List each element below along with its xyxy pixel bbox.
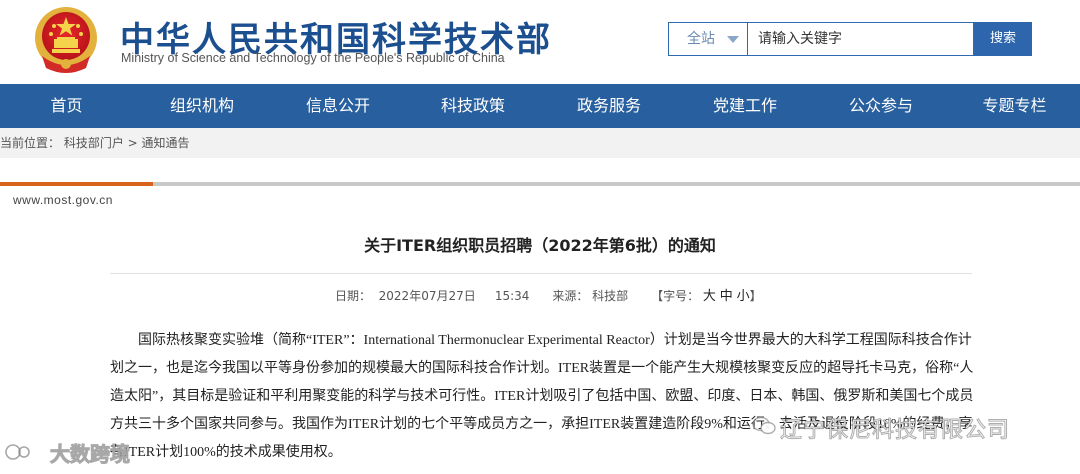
title-divider (110, 273, 972, 274)
article-time: 15:34 (494, 289, 530, 303)
article-body: 国际热核聚变实验堆（简称“ITER”：International Thermon… (110, 333, 974, 460)
nav-item-public[interactable]: 公众参与 (813, 84, 949, 128)
divider (0, 182, 1080, 186)
date-label: 日期： (335, 289, 372, 303)
nav-item-party[interactable]: 党建工作 (677, 84, 813, 128)
nav-item-policy[interactable]: 科技政策 (405, 84, 541, 128)
font-size-medium-button[interactable]: 中 (720, 289, 733, 304)
breadcrumb-path[interactable]: 科技部门户 > 通知通告 (64, 136, 190, 150)
logo-icon (5, 444, 30, 460)
nav-item-services[interactable]: 政务服务 (541, 84, 677, 128)
article-meta: 日期： 2022年07月27日 15:34 来源： 科技部 【字号： 大 中 小… (335, 285, 762, 304)
article-title: 关于ITER组织职员招聘（2022年第6批）的通知 (364, 236, 716, 255)
chevron-down-icon (727, 36, 739, 43)
site-header: 中华人民共和国科学技术部 Ministry of Science and Tec… (0, 0, 1080, 84)
breadcrumb: 当前位置： 科技部门户 > 通知通告 (0, 128, 1080, 158)
wechat-icon (752, 416, 776, 435)
source-label: 来源： (552, 289, 589, 303)
main-nav: 首页 组织机构 信息公开 科技政策 政务服务 党建工作 公众参与 专题专栏 (0, 84, 1080, 128)
watermark-brand: 大数跨境 (50, 442, 131, 467)
font-size-large-button[interactable]: 大 (703, 289, 716, 304)
search-bar: 全站 请输入关键字 搜索 (668, 22, 1032, 56)
font-size-small-button[interactable]: 小 (737, 289, 750, 304)
nav-item-organization[interactable]: 组织机构 (133, 84, 271, 128)
nav-item-home[interactable]: 首页 (0, 84, 133, 128)
site-url: www.most.gov.cn (13, 193, 113, 207)
breadcrumb-prefix: 当前位置： (0, 136, 61, 150)
search-input[interactable]: 请输入关键字 (748, 22, 974, 56)
nav-item-info-disclosure[interactable]: 信息公开 (271, 84, 405, 128)
site-subtitle: Ministry of Science and Technology of th… (121, 51, 505, 65)
search-button[interactable]: 搜索 (974, 22, 1032, 56)
nav-item-topics[interactable]: 专题专栏 (949, 84, 1080, 128)
search-scope-select[interactable]: 全站 (668, 22, 748, 56)
article-source: 科技部 (592, 289, 629, 303)
watermark-company: 辽宁保尼科技有限公司 (779, 418, 1011, 444)
divider-accent (0, 182, 153, 186)
font-size-close: 】 (749, 289, 762, 303)
search-scope-label: 全站 (687, 31, 715, 47)
font-size-label: 【字号： (651, 289, 700, 303)
article-date: 2022年07月27日 (378, 289, 476, 303)
national-emblem-icon[interactable] (32, 4, 100, 76)
